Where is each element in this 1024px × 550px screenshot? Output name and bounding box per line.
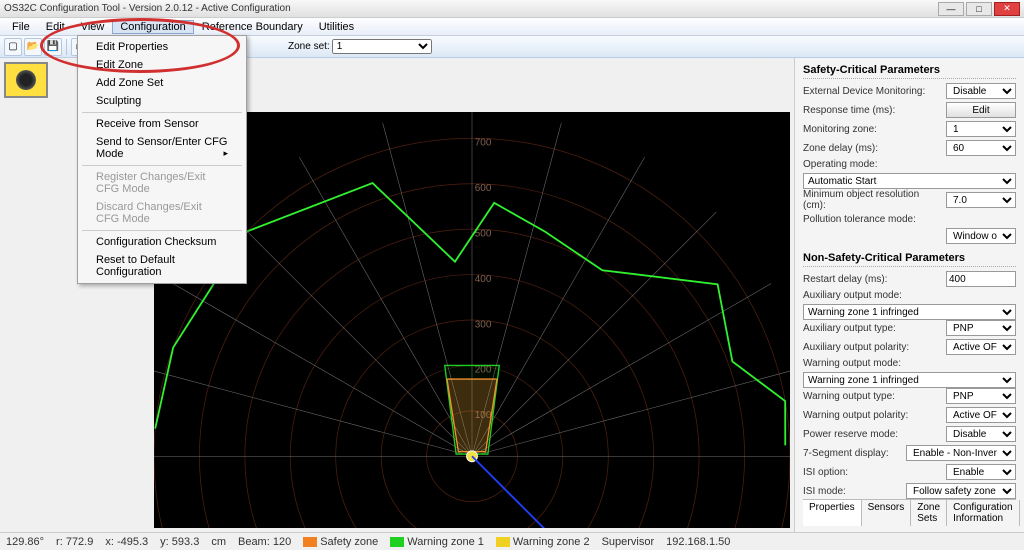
status-unit: cm (211, 536, 226, 548)
aom-label: Auxiliary output mode: (803, 290, 1016, 301)
status-ip: 192.168.1.50 (666, 536, 730, 548)
wot-label: Warning output type: (803, 391, 942, 402)
menu-file[interactable]: File (4, 20, 38, 34)
zd-select[interactable]: 60 (946, 140, 1016, 156)
resp-edit-button[interactable]: Edit (946, 102, 1016, 118)
aot-label: Auxiliary output type: (803, 323, 942, 334)
svg-text:300: 300 (475, 319, 492, 330)
isim-label: ISI mode: (803, 486, 902, 497)
close-button[interactable]: ✕ (994, 2, 1020, 16)
prm-select[interactable]: Disable (946, 426, 1016, 442)
ptm-select[interactable]: Window only (946, 228, 1016, 244)
menu-discard: Discard Changes/Exit CFG Mode (78, 198, 246, 228)
menu-bar: File Edit View Configuration Reference B… (0, 18, 1024, 36)
mz-select[interactable]: 1 (946, 121, 1016, 137)
menu-utilities[interactable]: Utilities (311, 20, 362, 34)
status-r: r: 772.9 (56, 536, 93, 548)
menu-edit[interactable]: Edit (38, 20, 73, 34)
menu-reference-boundary[interactable]: Reference Boundary (194, 20, 311, 34)
zone-set-select[interactable]: 1 (332, 39, 432, 54)
title-bar: OS32C Configuration Tool - Version 2.0.1… (0, 0, 1024, 18)
side-tabs: Properties Sensors Zone Sets Configurati… (803, 499, 1016, 526)
legend-w2: Warning zone 2 (513, 536, 590, 548)
om-select[interactable]: Automatic Start (803, 173, 1016, 189)
resp-label: Response time (ms): (803, 105, 942, 116)
safety-critical-header: Safety-Critical Parameters (803, 64, 1016, 79)
legend-w1: Warning zone 1 (407, 536, 484, 548)
status-x: x: -495.3 (105, 536, 148, 548)
edm-label: External Device Monitoring: (803, 86, 942, 97)
tab-sensors[interactable]: Sensors (862, 500, 912, 526)
zone-set-label: Zone set: (288, 41, 330, 52)
menu-register: Register Changes/Exit CFG Mode (78, 168, 246, 198)
seg-select[interactable]: Enable - Non-Inverted (906, 445, 1016, 461)
open-icon[interactable]: 📂 (24, 38, 42, 56)
ptm-label: Pollution tolerance mode: (803, 214, 1016, 225)
zd-label: Zone delay (ms): (803, 143, 942, 154)
w2-swatch-icon (496, 537, 510, 547)
edm-select[interactable]: Disable (946, 83, 1016, 99)
status-bar: 129.86° r: 772.9 x: -495.3 y: 593.3 cm B… (0, 532, 1024, 550)
aop-label: Auxiliary output polarity: (803, 342, 942, 353)
new-icon[interactable]: ▢ (4, 38, 22, 56)
tab-zone-sets[interactable]: Zone Sets (911, 500, 947, 526)
isim-select[interactable]: Follow safety zone (906, 483, 1016, 499)
lens-icon (16, 70, 36, 90)
sensor-view[interactable]: 100200300400500600700 (154, 112, 790, 528)
menu-edit-properties[interactable]: Edit Properties (78, 38, 246, 56)
configuration-dropdown: Edit Properties Edit Zone Add Zone Set S… (77, 35, 247, 284)
menu-view[interactable]: View (73, 20, 113, 34)
svg-text:700: 700 (475, 138, 492, 149)
tab-config-info[interactable]: Configuration Information (947, 500, 1019, 526)
isio-select[interactable]: Enable (946, 464, 1016, 480)
w1-swatch-icon (390, 537, 404, 547)
menu-reset[interactable]: Reset to Default Configuration (78, 251, 246, 281)
om-label: Operating mode: (803, 159, 1016, 170)
svg-text:500: 500 (475, 228, 492, 239)
wot-select[interactable]: PNP (946, 388, 1016, 404)
status-beam: Beam: 120 (238, 536, 291, 548)
menu-receive[interactable]: Receive from Sensor (78, 115, 246, 133)
non-safety-header: Non-Safety-Critical Parameters (803, 252, 1016, 267)
rd-input[interactable] (946, 271, 1016, 287)
rd-label: Restart delay (ms): (803, 274, 942, 285)
menu-configuration[interactable]: Configuration (112, 20, 193, 34)
status-angle: 129.86° (6, 536, 44, 548)
window-title: OS32C Configuration Tool - Version 2.0.1… (4, 3, 936, 14)
save-icon[interactable]: 💾 (44, 38, 62, 56)
menu-add-zone-set[interactable]: Add Zone Set (78, 74, 246, 92)
wom-select[interactable]: Warning zone 1 infringed (803, 372, 1016, 388)
mz-label: Monitoring zone: (803, 124, 942, 135)
legend-supervisor: Supervisor (602, 536, 655, 548)
mor-label: Minimum object resolution (cm): (803, 189, 942, 211)
aop-select[interactable]: Active OFF (946, 339, 1016, 355)
sensor-plot: 100200300400500600700 (154, 112, 790, 528)
properties-panel: Safety-Critical Parameters External Devi… (794, 58, 1024, 532)
sensor-thumbnail[interactable] (4, 62, 48, 98)
aom-select[interactable]: Warning zone 1 infringed (803, 304, 1016, 320)
prm-label: Power reserve mode: (803, 429, 942, 440)
isio-label: ISI option: (803, 467, 942, 478)
minimize-button[interactable]: — (938, 2, 964, 16)
menu-send[interactable]: Send to Sensor/Enter CFG Mode (78, 133, 246, 163)
svg-text:400: 400 (475, 274, 492, 285)
wop-label: Warning output polarity: (803, 410, 942, 421)
wom-label: Warning output mode: (803, 358, 1016, 369)
svg-text:600: 600 (475, 183, 492, 194)
aot-select[interactable]: PNP (946, 320, 1016, 336)
seg-label: 7-Segment display: (803, 448, 902, 459)
legend-safety: Safety zone (320, 536, 378, 548)
mor-select[interactable]: 7.0 (946, 192, 1016, 208)
wop-select[interactable]: Active OFF (946, 407, 1016, 423)
maximize-button[interactable]: □ (966, 2, 992, 16)
menu-edit-zone[interactable]: Edit Zone (78, 56, 246, 74)
menu-checksum[interactable]: Configuration Checksum (78, 233, 246, 251)
menu-sculpting[interactable]: Sculpting (78, 92, 246, 110)
tab-properties[interactable]: Properties (803, 500, 862, 526)
status-y: y: 593.3 (160, 536, 199, 548)
safety-swatch-icon (303, 537, 317, 547)
